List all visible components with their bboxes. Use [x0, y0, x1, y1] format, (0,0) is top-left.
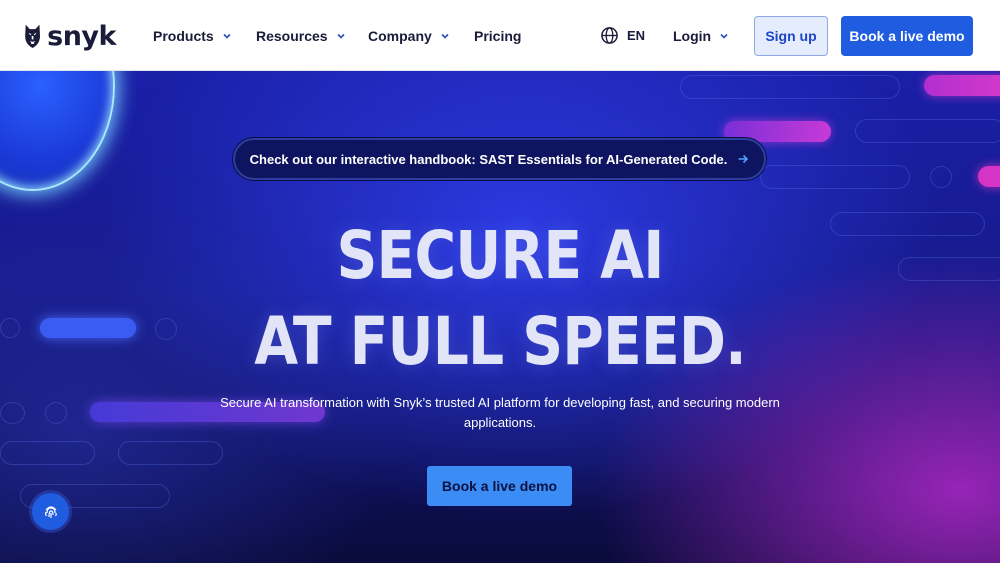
chevron-down-icon — [223, 33, 231, 39]
book-demo-button-hero[interactable]: Book a live demo — [427, 466, 572, 506]
decorative-ring — [0, 318, 20, 338]
decorative-outline — [855, 119, 1000, 143]
book-demo-button-header[interactable]: Book a live demo — [841, 16, 973, 56]
login-label: Login — [673, 27, 712, 44]
decorative-glow-orb — [0, 71, 115, 191]
decorative-pill — [978, 166, 1000, 187]
nav-label: Products — [153, 27, 214, 44]
nav-company[interactable]: Company — [368, 0, 450, 71]
arrow-right-icon — [738, 154, 749, 164]
language-label: EN — [627, 28, 646, 43]
globe-icon — [601, 27, 618, 44]
decorative-ring — [0, 402, 25, 424]
decorative-outline — [680, 75, 900, 99]
login-menu[interactable]: Login — [673, 0, 729, 71]
snyk-logo[interactable]: snyk — [24, 13, 116, 59]
nav-pricing[interactable]: Pricing — [474, 0, 521, 71]
nav-resources[interactable]: Resources — [256, 0, 346, 71]
decorative-outline — [0, 441, 95, 465]
nav-label: Pricing — [474, 27, 522, 44]
decorative-outline — [760, 165, 910, 189]
fingerprint-icon — [44, 505, 57, 518]
hero-section: Check out our interactive handbook: SAST… — [0, 71, 1000, 563]
sign-up-button[interactable]: Sign up — [754, 16, 828, 56]
decorative-ring — [930, 166, 952, 188]
hero-subtext: Secure AI transformation with Snyk’s tru… — [220, 395, 780, 430]
site-header: snyk Products Resources Company Pricing … — [0, 0, 1000, 71]
chevron-down-icon — [337, 33, 345, 39]
hero-headline-line-2: AT FULL SPEED. — [254, 303, 746, 380]
announcement-text: Check out our interactive handbook: SAST… — [249, 151, 728, 167]
decorative-ring — [45, 402, 67, 424]
nav-products[interactable]: Products — [153, 0, 232, 71]
snyk-dog-logo-icon — [25, 24, 40, 48]
floating-privacy-button[interactable] — [32, 493, 69, 530]
language-selector[interactable]: EN — [600, 0, 645, 71]
announcement-banner-link[interactable]: Check out our interactive handbook: SAST… — [233, 138, 766, 180]
hero-headline-line-1: SECURE AI — [336, 217, 665, 294]
decorative-outline — [118, 441, 223, 465]
nav-label: Resources — [256, 27, 328, 44]
chevron-down-icon — [441, 33, 449, 39]
chevron-down-icon — [720, 33, 728, 39]
decorative-pill — [924, 75, 1000, 96]
logo-text: snyk — [47, 20, 116, 52]
nav-label: Company — [368, 27, 432, 44]
